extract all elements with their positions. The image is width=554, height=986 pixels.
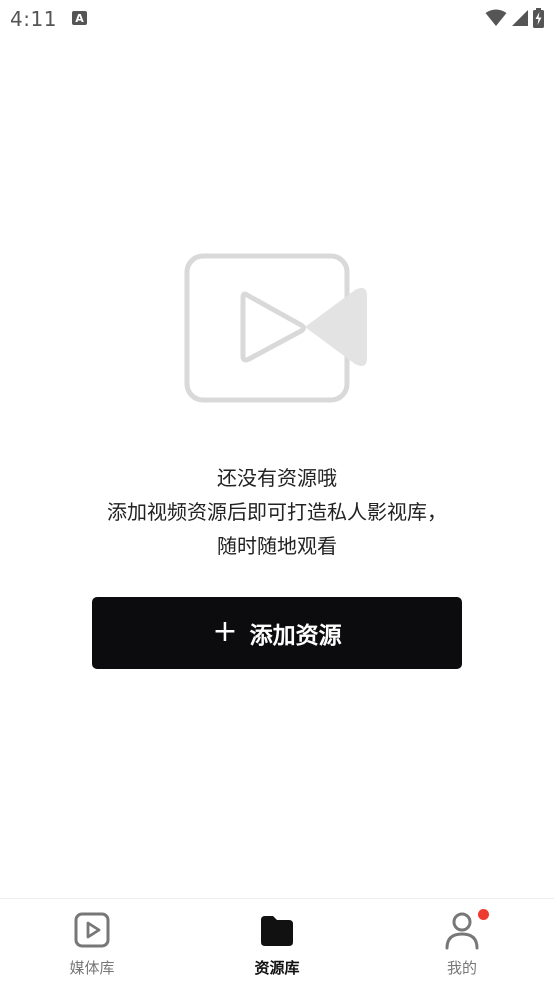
folder-icon	[261, 916, 293, 946]
empty-state-message: 还没有资源哦 添加视频资源后即可打造私人影视库， 随时随地观看	[0, 461, 554, 563]
nav-item-media-library[interactable]: 媒体库	[32, 899, 152, 986]
empty-title: 还没有资源哦	[217, 466, 337, 490]
battery-charging-icon	[533, 8, 544, 28]
status-bar: 4:11 A	[0, 0, 554, 38]
plus-icon: +	[212, 614, 238, 649]
nav-item-mine[interactable]: 我的	[402, 899, 522, 986]
svg-text:A: A	[75, 12, 84, 25]
empty-description-line: 随时随地观看	[217, 534, 337, 558]
add-resource-label: 添加资源	[249, 623, 342, 649]
add-resource-button[interactable]: + 添加资源	[92, 597, 462, 669]
notification-badge-dot	[478, 909, 489, 920]
nav-label: 媒体库	[69, 959, 115, 977]
a-badge-icon: A	[72, 11, 87, 25]
wifi-icon	[485, 9, 507, 26]
nav-item-resource-library[interactable]: 资源库	[217, 899, 337, 986]
video-camera-icon	[184, 253, 367, 403]
status-time: 4:11	[10, 7, 57, 31]
bottom-nav: 媒体库 资源库 我的	[0, 898, 554, 986]
empty-description-line: 添加视频资源后即可打造私人影视库，	[107, 500, 447, 524]
nav-label: 资源库	[254, 959, 300, 977]
user-icon	[445, 912, 479, 950]
signal-icon	[512, 10, 528, 26]
play-square-icon	[74, 912, 110, 948]
status-icons	[485, 8, 544, 28]
nav-label: 我的	[446, 959, 477, 977]
